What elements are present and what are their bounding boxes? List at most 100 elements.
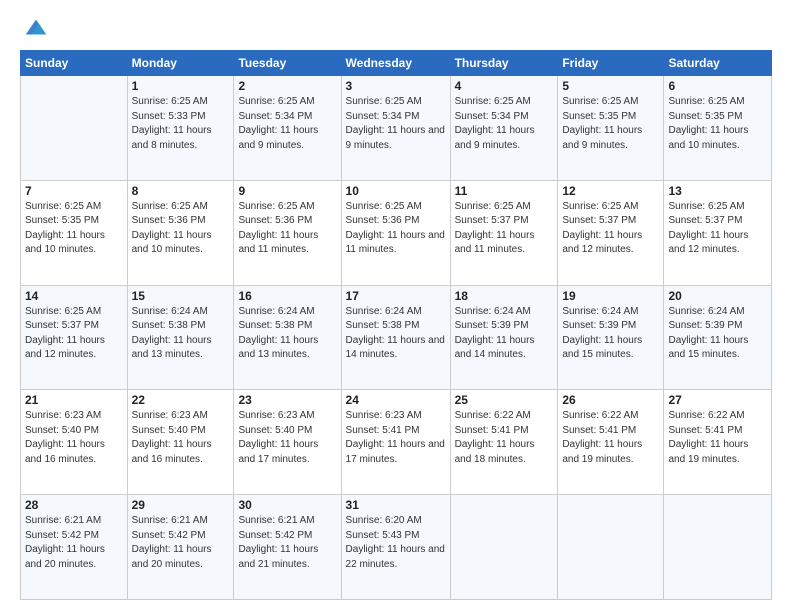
day-number: 1 <box>132 79 230 93</box>
calendar-cell <box>450 495 558 600</box>
calendar-cell: 28Sunrise: 6:21 AMSunset: 5:42 PMDayligh… <box>21 495 128 600</box>
day-number: 22 <box>132 393 230 407</box>
day-info: Sunrise: 6:25 AMSunset: 5:37 PMDaylight:… <box>668 200 767 258</box>
day-info: Sunrise: 6:21 AMSunset: 5:42 PMDaylight:… <box>132 514 230 572</box>
calendar-cell <box>664 495 772 600</box>
calendar-cell: 27 Sunrise: 6:22 AMSunset: 5:41 PMDayligh… <box>664 390 772 495</box>
day-info: Sunrise: 6:25 AMSunset: 5:35 PMDaylight:… <box>25 200 123 258</box>
day-info: Sunrise: 6:25 AMSunset: 5:37 PMDaylight:… <box>562 200 659 258</box>
logo-icon <box>22 14 50 42</box>
calendar-cell: 9 Sunrise: 6:25 AMSunset: 5:36 PMDaylight… <box>234 180 341 285</box>
calendar-header-saturday: Saturday <box>664 51 772 76</box>
day-info: Sunrise: 6:25 AMSunset: 5:36 PMDaylight:… <box>238 200 336 258</box>
day-number: 13 <box>668 184 767 198</box>
calendar-header-sunday: Sunday <box>21 51 128 76</box>
day-number: 3 <box>346 79 446 93</box>
calendar-cell: 14 Sunrise: 6:25 AMSunset: 5:37 PMDayligh… <box>21 285 128 390</box>
calendar-cell: 22 Sunrise: 6:23 AMSunset: 5:40 PMDayligh… <box>127 390 234 495</box>
day-info: Sunrise: 6:25 AMSunset: 5:37 PMDaylight:… <box>455 200 554 258</box>
calendar-cell: 6 Sunrise: 6:25 AMSunset: 5:35 PMDaylight… <box>664 76 772 181</box>
day-info: Sunrise: 6:23 AMSunset: 5:41 PMDaylight:… <box>346 409 446 467</box>
day-info: Sunrise: 6:20 AMSunset: 5:43 PMDaylight:… <box>346 514 446 572</box>
calendar-cell: 3 Sunrise: 6:25 AMSunset: 5:34 PMDaylight… <box>341 76 450 181</box>
day-info: Sunrise: 6:25 AMSunset: 5:34 PMDaylight:… <box>455 95 554 153</box>
day-info: Sunrise: 6:23 AMSunset: 5:40 PMDaylight:… <box>238 409 336 467</box>
calendar-cell: 25 Sunrise: 6:22 AMSunset: 5:41 PMDayligh… <box>450 390 558 495</box>
day-number: 31 <box>346 498 446 512</box>
calendar-cell <box>21 76 128 181</box>
day-number: 15 <box>132 289 230 303</box>
calendar-header-friday: Friday <box>558 51 664 76</box>
day-number: 30 <box>238 498 336 512</box>
day-number: 10 <box>346 184 446 198</box>
calendar-cell: 11Sunrise: 6:25 AMSunset: 5:37 PMDayligh… <box>450 180 558 285</box>
day-info: Sunrise: 6:25 AMSunset: 5:37 PMDaylight:… <box>25 305 123 363</box>
day-number: 2 <box>238 79 336 93</box>
calendar-cell: 7 Sunrise: 6:25 AMSunset: 5:35 PMDaylight… <box>21 180 128 285</box>
calendar-week-row: 28 Sunrise: 6:21 AMSunset: 5:42 PMDayligh… <box>21 495 772 600</box>
day-number: 7 <box>25 184 123 198</box>
calendar-cell <box>558 495 664 600</box>
day-info: Sunrise: 6:24 AMSunset: 5:38 PMDaylight:… <box>346 305 446 363</box>
calendar-week-row: 14 Sunrise: 6:25 AMSunset: 5:37 PMDayligh… <box>21 285 772 390</box>
calendar-cell: 12 Sunrise: 6:25 AMSunset: 5:37 PMDayligh… <box>558 180 664 285</box>
day-info: Sunrise: 6:24 AMSunset: 5:39 PMDaylight:… <box>455 305 554 363</box>
day-info: Sunrise: 6:23 AMSunset: 5:40 PMDaylight:… <box>132 409 230 467</box>
day-info: Sunrise: 6:25 AMSunset: 5:34 PMDaylight:… <box>346 95 446 153</box>
day-number: 27 <box>668 393 767 407</box>
calendar-cell: 18 Sunrise: 6:24 AMSunset: 5:39 PMDayligh… <box>450 285 558 390</box>
calendar-cell: 19Sunrise: 6:24 AMSunset: 5:39 PMDayligh… <box>558 285 664 390</box>
day-info: Sunrise: 6:25 AMSunset: 5:35 PMDaylight:… <box>562 95 659 153</box>
calendar-cell: 16 Sunrise: 6:24 AMSunset: 5:38 PMDayligh… <box>234 285 341 390</box>
logo <box>20 18 50 42</box>
day-info: Sunrise: 6:24 AMSunset: 5:39 PMDaylight:… <box>562 305 659 363</box>
day-number: 21 <box>25 393 123 407</box>
calendar-cell: 1 Sunrise: 6:25 AMSunset: 5:33 PMDaylight… <box>127 76 234 181</box>
calendar-cell: 26 Sunrise: 6:22 AMSunset: 5:41 PMDayligh… <box>558 390 664 495</box>
day-number: 16 <box>238 289 336 303</box>
day-number: 23 <box>238 393 336 407</box>
calendar-week-row: 21 Sunrise: 6:23 AMSunset: 5:40 PMDayligh… <box>21 390 772 495</box>
day-info: Sunrise: 6:25 AMSunset: 5:36 PMDaylight:… <box>346 200 446 258</box>
day-number: 9 <box>238 184 336 198</box>
day-number: 6 <box>668 79 767 93</box>
calendar-cell: 5 Sunrise: 6:25 AMSunset: 5:35 PMDaylight… <box>558 76 664 181</box>
day-info: Sunrise: 6:24 AMSunset: 5:38 PMDaylight:… <box>238 305 336 363</box>
day-number: 5 <box>562 79 659 93</box>
day-number: 24 <box>346 393 446 407</box>
calendar-header-row: SundayMondayTuesdayWednesdayThursdayFrid… <box>21 51 772 76</box>
day-number: 29 <box>132 498 230 512</box>
day-number: 12 <box>562 184 659 198</box>
calendar-week-row: 7 Sunrise: 6:25 AMSunset: 5:35 PMDaylight… <box>21 180 772 285</box>
day-number: 18 <box>455 289 554 303</box>
day-info: Sunrise: 6:25 AMSunset: 5:35 PMDaylight:… <box>668 95 767 153</box>
day-info: Sunrise: 6:23 AMSunset: 5:40 PMDaylight:… <box>25 409 123 467</box>
day-info: Sunrise: 6:25 AMSunset: 5:34 PMDaylight:… <box>238 95 336 153</box>
day-number: 28 <box>25 498 123 512</box>
calendar-cell: 24 Sunrise: 6:23 AMSunset: 5:41 PMDayligh… <box>341 390 450 495</box>
day-info: Sunrise: 6:22 AMSunset: 5:41 PMDaylight:… <box>668 409 767 467</box>
calendar-cell: 15Sunrise: 6:24 AMSunset: 5:38 PMDayligh… <box>127 285 234 390</box>
header <box>20 18 772 42</box>
day-info: Sunrise: 6:25 AMSunset: 5:33 PMDaylight:… <box>132 95 230 153</box>
calendar-table: SundayMondayTuesdayWednesdayThursdayFrid… <box>20 50 772 600</box>
day-number: 20 <box>668 289 767 303</box>
calendar-header-tuesday: Tuesday <box>234 51 341 76</box>
calendar-cell: 4 Sunrise: 6:25 AMSunset: 5:34 PMDaylight… <box>450 76 558 181</box>
calendar-cell: 29 Sunrise: 6:21 AMSunset: 5:42 PMDayligh… <box>127 495 234 600</box>
day-info: Sunrise: 6:22 AMSunset: 5:41 PMDaylight:… <box>562 409 659 467</box>
calendar-cell: 30 Sunrise: 6:21 AMSunset: 5:42 PMDayligh… <box>234 495 341 600</box>
calendar-cell: 10 Sunrise: 6:25 AMSunset: 5:36 PMDayligh… <box>341 180 450 285</box>
day-number: 4 <box>455 79 554 93</box>
calendar-header-wednesday: Wednesday <box>341 51 450 76</box>
day-info: Sunrise: 6:22 AMSunset: 5:41 PMDaylight:… <box>455 409 554 467</box>
day-number: 14 <box>25 289 123 303</box>
day-info: Sunrise: 6:24 AMSunset: 5:39 PMDaylight:… <box>668 305 767 363</box>
day-number: 26 <box>562 393 659 407</box>
calendar-cell: 20 Sunrise: 6:24 AMSunset: 5:39 PMDayligh… <box>664 285 772 390</box>
day-info: Sunrise: 6:21 AMSunset: 5:42 PMDaylight:… <box>238 514 336 572</box>
calendar-cell: 31 Sunrise: 6:20 AMSunset: 5:43 PMDayligh… <box>341 495 450 600</box>
day-number: 25 <box>455 393 554 407</box>
calendar-cell: 2 Sunrise: 6:25 AMSunset: 5:34 PMDaylight… <box>234 76 341 181</box>
page: SundayMondayTuesdayWednesdayThursdayFrid… <box>0 0 792 612</box>
